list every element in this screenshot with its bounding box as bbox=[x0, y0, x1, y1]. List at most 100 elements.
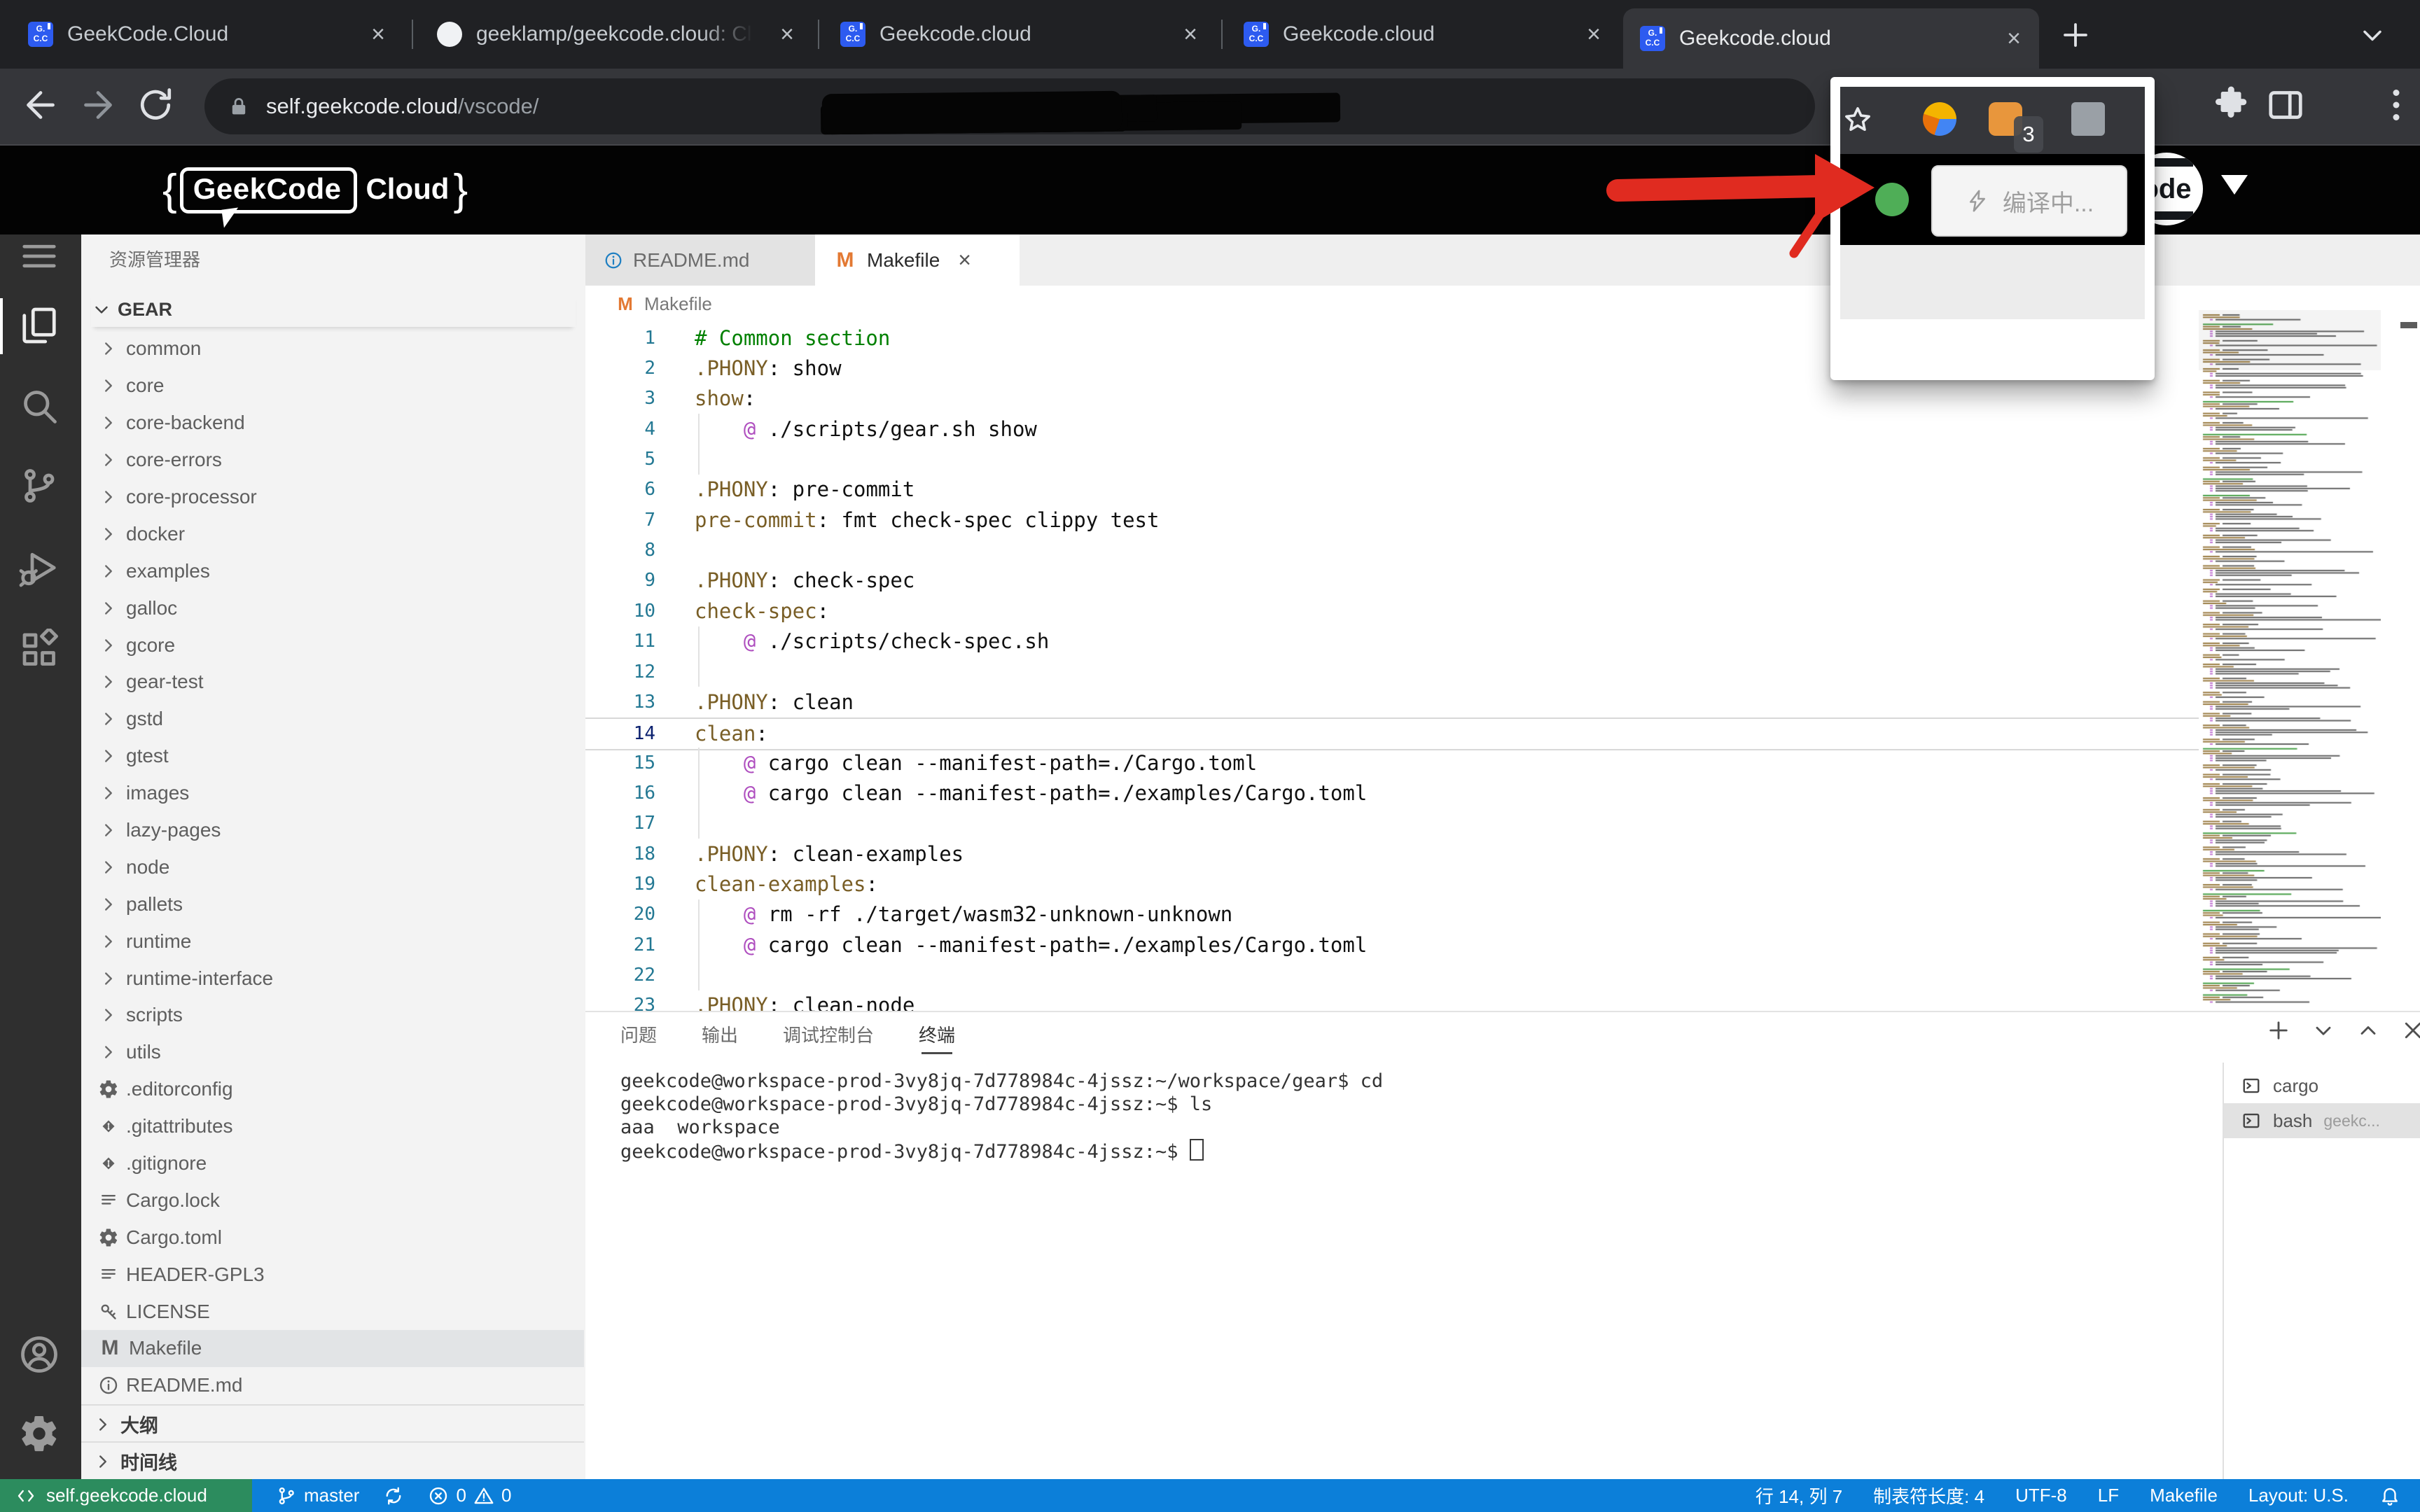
code-line[interactable]: 21 @ cargo clean --manifest-path=./examp… bbox=[585, 930, 2199, 960]
code-line[interactable]: 20 @ rm -rf ./target/wasm32-unknown-unkn… bbox=[585, 899, 2199, 930]
source-control-icon[interactable] bbox=[18, 465, 60, 507]
tree-folder-row[interactable]: images bbox=[81, 775, 584, 812]
menu-icon[interactable] bbox=[18, 235, 60, 277]
tree-folder-row[interactable]: node bbox=[81, 848, 584, 886]
bell-icon[interactable] bbox=[2379, 1485, 2400, 1506]
tree-folder-row[interactable]: runtime bbox=[81, 923, 584, 960]
tree-file-row[interactable]: Cargo.toml bbox=[81, 1219, 584, 1256]
code-line[interactable]: 11 @ ./scripts/check-spec.sh bbox=[585, 626, 2199, 657]
panel-tab[interactable]: 终端 bbox=[919, 1012, 955, 1056]
tree-folder-row[interactable]: common bbox=[81, 330, 584, 368]
code-line[interactable]: 7pre-commit: fmt check-spec clippy test bbox=[585, 505, 2199, 535]
tree-folder-row[interactable]: lazy-pages bbox=[81, 812, 584, 849]
browser-tab[interactable]: G.C.CGeekcode.cloud× bbox=[823, 0, 1216, 69]
terminal-dropdown-icon[interactable] bbox=[2311, 1018, 2336, 1043]
tree-folder-row[interactable]: runtime-interface bbox=[81, 960, 584, 997]
terminal-list-item[interactable]: cargo bbox=[2224, 1068, 2420, 1103]
address-bar[interactable]: self.geekcode.cloud/vscode/ bbox=[204, 78, 1815, 134]
code-line[interactable]: 3show: bbox=[585, 384, 2199, 414]
problems-item[interactable]: 0 0 bbox=[428, 1485, 511, 1506]
run-debug-icon[interactable] bbox=[18, 547, 60, 589]
panel-tab[interactable]: 问题 bbox=[620, 1012, 657, 1056]
tree-folder-row[interactable]: core-errors bbox=[81, 442, 584, 479]
tree-file-row[interactable]: .gitignore bbox=[81, 1145, 584, 1182]
tree-file-row[interactable]: .editorconfig bbox=[81, 1071, 584, 1108]
code-line[interactable]: 6.PHONY: pre-commit bbox=[585, 475, 2199, 505]
status-item[interactable]: 行 14, 列 7 bbox=[1755, 1483, 1842, 1508]
timeline-section[interactable]: 时间线 bbox=[81, 1441, 584, 1480]
tab-close-icon[interactable]: × bbox=[1175, 19, 1206, 50]
editor-scrollbar-thumb[interactable] bbox=[2400, 322, 2417, 328]
remote-indicator[interactable]: self.geekcode.cloud bbox=[0, 1479, 252, 1512]
code-line[interactable]: 15 @ cargo clean --manifest-path=./Cargo… bbox=[585, 748, 2199, 778]
explorer-icon[interactable] bbox=[18, 304, 60, 346]
code-line[interactable]: 22 bbox=[585, 960, 2199, 990]
terminal-output[interactable]: geekcode@workspace-prod-3vy8jq-7d778984c… bbox=[620, 1070, 1383, 1162]
close-panel-icon[interactable] bbox=[2400, 1018, 2420, 1043]
code-line[interactable]: 19clean-examples: bbox=[585, 869, 2199, 899]
git-branch-item[interactable]: master bbox=[276, 1485, 359, 1506]
code-line[interactable]: 16 @ cargo clean --manifest-path=./examp… bbox=[585, 778, 2199, 808]
status-item[interactable]: UTF-8 bbox=[2015, 1485, 2067, 1506]
status-item[interactable]: Makefile bbox=[2150, 1485, 2218, 1506]
settings-gear-icon[interactable] bbox=[18, 1413, 60, 1455]
tab-close-icon[interactable]: × bbox=[363, 19, 394, 50]
tree-folder-row[interactable]: core-backend bbox=[81, 405, 584, 442]
status-item[interactable]: LF bbox=[2098, 1485, 2119, 1506]
browser-tab[interactable]: G.C.CGeekcode.cloud× bbox=[1623, 8, 2039, 69]
maximize-panel-icon[interactable] bbox=[2356, 1018, 2381, 1043]
tab-close-icon[interactable]: × bbox=[772, 19, 802, 50]
tree-folder-row[interactable]: core-processor bbox=[81, 479, 584, 516]
code-line[interactable]: 18.PHONY: clean-examples bbox=[585, 839, 2199, 869]
extensions-icon[interactable] bbox=[18, 629, 60, 671]
tree-folder-row[interactable]: docker bbox=[81, 515, 584, 552]
back-icon[interactable] bbox=[20, 84, 62, 126]
tree-folder-row[interactable]: core bbox=[81, 368, 584, 405]
code-line[interactable]: 9.PHONY: check-spec bbox=[585, 566, 2199, 596]
tree-folder-row[interactable]: examples bbox=[81, 552, 584, 589]
status-item[interactable]: Layout: U.S. bbox=[2248, 1485, 2349, 1506]
side-panel-icon[interactable] bbox=[2265, 84, 2307, 126]
kebab-menu-icon[interactable] bbox=[2375, 84, 2417, 126]
panel-tab[interactable]: 输出 bbox=[702, 1012, 738, 1056]
tree-folder-row[interactable]: galloc bbox=[81, 589, 584, 626]
compiling-button[interactable]: 编译中... bbox=[1931, 165, 2127, 237]
code-line[interactable]: 5 bbox=[585, 444, 2199, 474]
editor-tab[interactable]: MMakefile× bbox=[815, 234, 1020, 286]
code-line[interactable]: 4 @ ./scripts/gear.sh show bbox=[585, 414, 2199, 444]
code-line[interactable]: 10check-spec: bbox=[585, 596, 2199, 626]
header-caret-icon[interactable] bbox=[2221, 175, 2248, 195]
new-tab-icon[interactable] bbox=[2059, 18, 2092, 52]
panel-tab[interactable]: 调试控制台 bbox=[783, 1012, 874, 1056]
code-line[interactable]: 13.PHONY: clean bbox=[585, 687, 2199, 717]
code-line[interactable]: 17 bbox=[585, 808, 2199, 839]
tree-file-row[interactable]: MMakefile bbox=[81, 1330, 584, 1367]
browser-tab[interactable]: geeklamp/geekcode.cloud: Clo× bbox=[420, 0, 812, 69]
tree-folder-row[interactable]: scripts bbox=[81, 997, 584, 1034]
minimap[interactable] bbox=[2199, 310, 2381, 1010]
account-icon[interactable] bbox=[18, 1334, 60, 1376]
tree-folder-row[interactable]: gtest bbox=[81, 738, 584, 775]
code-line[interactable]: 23.PHONY: clean-node bbox=[585, 990, 2199, 1011]
tab-close-icon[interactable]: × bbox=[958, 247, 971, 273]
status-item[interactable]: 制表符长度: 4 bbox=[1873, 1483, 1984, 1508]
terminal-list-item[interactable]: bashgeekc... bbox=[2224, 1103, 2420, 1138]
tab-search-icon[interactable] bbox=[2357, 20, 2388, 50]
workspace-section-header[interactable]: GEAR bbox=[91, 292, 576, 327]
tree-folder-row[interactable]: gear-test bbox=[81, 664, 584, 701]
code-line[interactable]: 14clean: bbox=[585, 718, 2199, 750]
notifications-item[interactable] bbox=[2379, 1485, 2400, 1506]
browser-tab[interactable]: G.C.CGeekcode.cloud× bbox=[1227, 0, 1619, 69]
code-line[interactable]: 8 bbox=[585, 535, 2199, 565]
tree-folder-row[interactable]: gstd bbox=[81, 701, 584, 738]
tab-close-icon[interactable]: × bbox=[1998, 23, 2029, 54]
forward-icon[interactable] bbox=[77, 84, 119, 126]
new-terminal-icon[interactable] bbox=[2266, 1018, 2291, 1043]
search-icon[interactable] bbox=[18, 385, 60, 427]
extensions-puzzle-icon[interactable] bbox=[2211, 84, 2253, 126]
tree-file-row[interactable]: README.md bbox=[81, 1367, 584, 1404]
reload-icon[interactable] bbox=[134, 84, 176, 126]
browser-tab[interactable]: G.C.CGeekCode.Cloud× bbox=[11, 0, 403, 69]
tree-folder-row[interactable]: pallets bbox=[81, 886, 584, 923]
tree-file-row[interactable]: LICENSE bbox=[81, 1293, 584, 1330]
